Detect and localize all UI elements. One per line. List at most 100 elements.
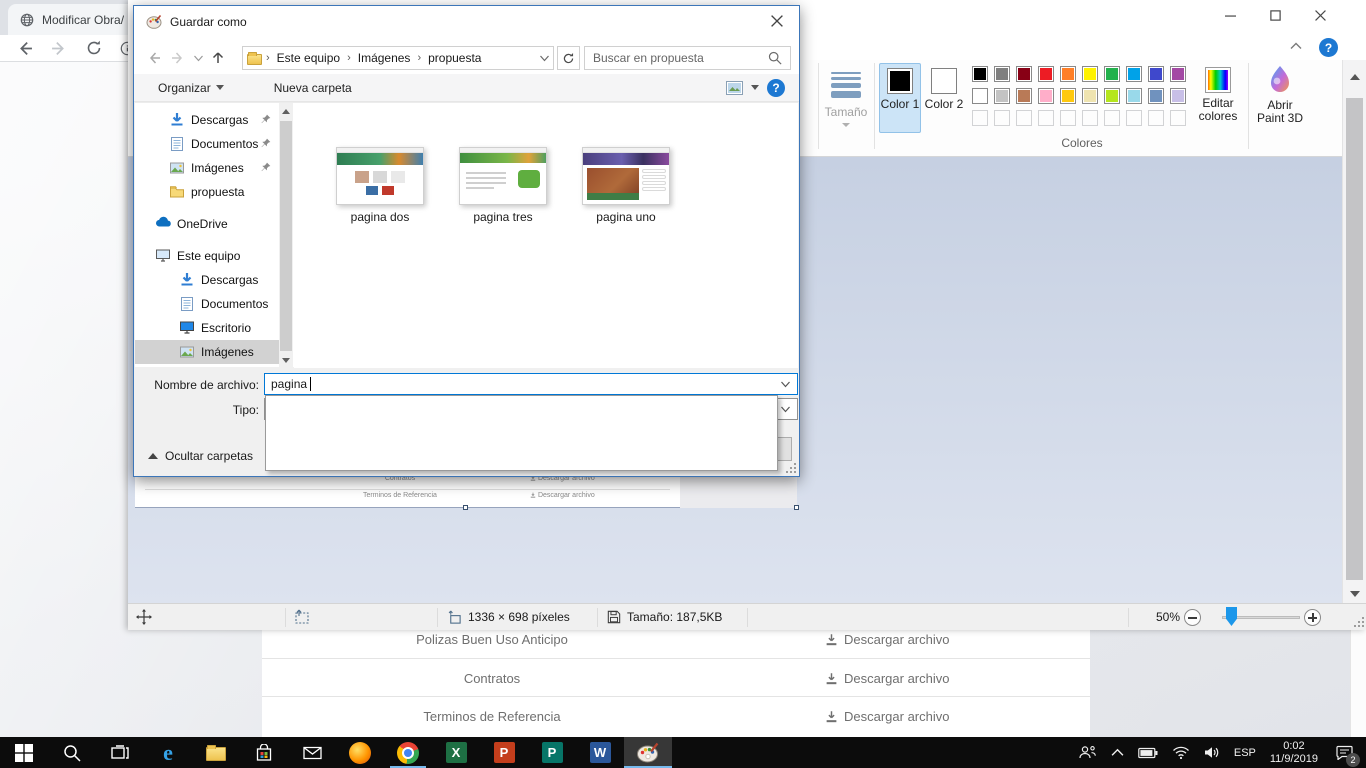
open-paint3d-button[interactable]: Abrir Paint 3D (1252, 63, 1308, 133)
palette-color-swatch[interactable] (1126, 88, 1142, 104)
file-item-pagina-tres[interactable]: pagina tres (443, 147, 563, 224)
reload-icon[interactable] (86, 40, 102, 56)
taskbar-icon-publisher[interactable]: P (528, 737, 576, 768)
palette-color-swatch[interactable] (1060, 110, 1076, 126)
filename-input[interactable]: pagina (264, 373, 798, 395)
palette-color-swatch[interactable] (994, 110, 1010, 126)
taskbar-icon-edge[interactable]: e (144, 737, 192, 768)
recent-locations-icon[interactable] (190, 46, 206, 70)
chevron-down-icon[interactable] (540, 55, 549, 62)
palette-color-swatch[interactable] (1038, 110, 1054, 126)
palette-color-swatch[interactable] (1170, 110, 1186, 126)
palette-color-swatch[interactable] (1060, 88, 1076, 104)
navigation-scrollbar[interactable] (279, 103, 293, 368)
maximize-button[interactable] (1253, 0, 1298, 31)
collapse-ribbon-icon[interactable] (1290, 41, 1302, 50)
sidebar-item-este-equipo[interactable]: Este equipo (135, 244, 279, 268)
views-icon[interactable] (726, 81, 743, 95)
taskbar-icon-file-explorer[interactable] (192, 737, 240, 768)
palette-color-swatch[interactable] (1016, 88, 1032, 104)
palette-color-swatch[interactable] (994, 66, 1010, 82)
taskbar-icon-excel[interactable]: X (432, 737, 480, 768)
sidebar-item-documentos[interactable]: Documentos (135, 132, 279, 156)
chevron-down-icon[interactable] (751, 85, 759, 90)
resize-grip[interactable] (1353, 616, 1364, 627)
palette-color-swatch[interactable] (1104, 66, 1120, 82)
clock[interactable]: 0:02 11/9/2019 (1270, 740, 1318, 766)
back-icon[interactable] (16, 40, 33, 57)
taskbar-icon-mail[interactable] (288, 737, 336, 768)
palette-color-swatch[interactable] (972, 110, 988, 126)
chevron-up-icon[interactable] (1111, 748, 1124, 757)
help-icon[interactable]: ? (767, 79, 785, 97)
zoom-in-button[interactable] (1304, 609, 1321, 626)
palette-color-swatch[interactable] (1082, 110, 1098, 126)
palette-color-swatch[interactable] (1016, 110, 1032, 126)
organize-button[interactable]: Organizar (148, 74, 234, 102)
canvas-resize-handle[interactable] (463, 505, 468, 510)
minimize-button[interactable] (1208, 0, 1253, 31)
dialog-resize-grip[interactable] (785, 462, 796, 473)
palette-color-swatch[interactable] (994, 88, 1010, 104)
breadcrumb[interactable]: › Este equipo› Imágenes› propuesta (242, 46, 554, 70)
canvas-scrollbar[interactable] (1342, 60, 1366, 603)
color2-button[interactable]: Color 2 (923, 63, 965, 133)
scrollbar-thumb[interactable] (1346, 98, 1363, 580)
palette-color-swatch[interactable] (972, 66, 988, 82)
canvas-resize-handle[interactable] (794, 505, 799, 510)
sidebar-item-documentos[interactable]: Documentos (135, 292, 279, 316)
palette-color-swatch[interactable] (972, 88, 988, 104)
scroll-down-icon[interactable] (1350, 591, 1360, 597)
sidebar-item-descargas[interactable]: Descargas (135, 268, 279, 292)
new-folder-button[interactable]: Nueva carpeta (264, 74, 362, 102)
taskbar-icon-search[interactable] (48, 737, 96, 768)
palette-color-swatch[interactable] (1148, 110, 1164, 126)
hide-folders-button[interactable]: Ocultar carpetas (148, 447, 253, 465)
palette-color-swatch[interactable] (1060, 66, 1076, 82)
search-input[interactable]: Buscar en propuesta (584, 46, 791, 70)
sidebar-item-escritorio[interactable]: Escritorio (135, 316, 279, 340)
taskbar-icon-start[interactable] (0, 737, 48, 768)
taskbar-icon-store[interactable] (240, 737, 288, 768)
sidebar-item-propuesta[interactable]: propuesta (135, 180, 279, 204)
size-button[interactable]: Tamaño (824, 64, 868, 130)
volume-icon[interactable] (1204, 746, 1220, 759)
scroll-up-icon[interactable] (282, 109, 290, 114)
language-indicator[interactable]: ESP (1234, 747, 1256, 759)
help-icon[interactable]: ? (1319, 38, 1338, 57)
breadcrumb-item-propuesta[interactable]: propuesta (425, 51, 484, 65)
palette-color-swatch[interactable] (1104, 110, 1120, 126)
edit-colors-button[interactable]: Editar colores (1192, 63, 1244, 133)
breadcrumb-item-imagenes[interactable]: Imágenes (355, 51, 414, 65)
taskbar-icon-powerpoint[interactable]: P (480, 737, 528, 768)
palette-color-swatch[interactable] (1016, 66, 1032, 82)
file-item-pagina-dos[interactable]: pagina dos (320, 147, 440, 224)
palette-color-swatch[interactable] (1170, 88, 1186, 104)
sidebar-item-imagenes[interactable]: Imágenes (135, 156, 279, 180)
palette-color-swatch[interactable] (1082, 88, 1098, 104)
up-icon[interactable] (206, 46, 230, 70)
file-item-pagina-uno[interactable]: pagina uno (566, 147, 686, 224)
download-link[interactable]: Descargar archivo (825, 659, 950, 697)
sidebar-item-onedrive[interactable]: OneDrive (135, 212, 279, 236)
taskbar-icon-paint[interactable] (624, 737, 672, 768)
people-icon[interactable] (1078, 744, 1097, 761)
taskbar-icon-chrome[interactable] (384, 737, 432, 768)
forward-icon[interactable] (166, 46, 190, 70)
scroll-up-icon[interactable] (1350, 74, 1360, 80)
taskbar-icon-firefox[interactable] (336, 737, 384, 768)
palette-color-swatch[interactable] (1082, 66, 1098, 82)
sidebar-item-descargas[interactable]: Descargas (135, 108, 279, 132)
dialog-close-button[interactable] (754, 6, 799, 36)
color1-button[interactable]: Color 1 (879, 63, 921, 133)
download-link[interactable]: Descargar archivo (825, 697, 950, 735)
palette-color-swatch[interactable] (1170, 66, 1186, 82)
action-center-icon[interactable]: 2 (1332, 741, 1356, 765)
palette-color-swatch[interactable] (1038, 88, 1054, 104)
back-icon[interactable] (142, 46, 166, 70)
scroll-down-icon[interactable] (282, 358, 290, 363)
wifi-icon[interactable] (1172, 746, 1190, 759)
chevron-down-icon[interactable] (781, 381, 797, 388)
breadcrumb-item-este-equipo[interactable]: Este equipo (274, 51, 343, 65)
filename-autocomplete-panel[interactable] (265, 395, 778, 471)
